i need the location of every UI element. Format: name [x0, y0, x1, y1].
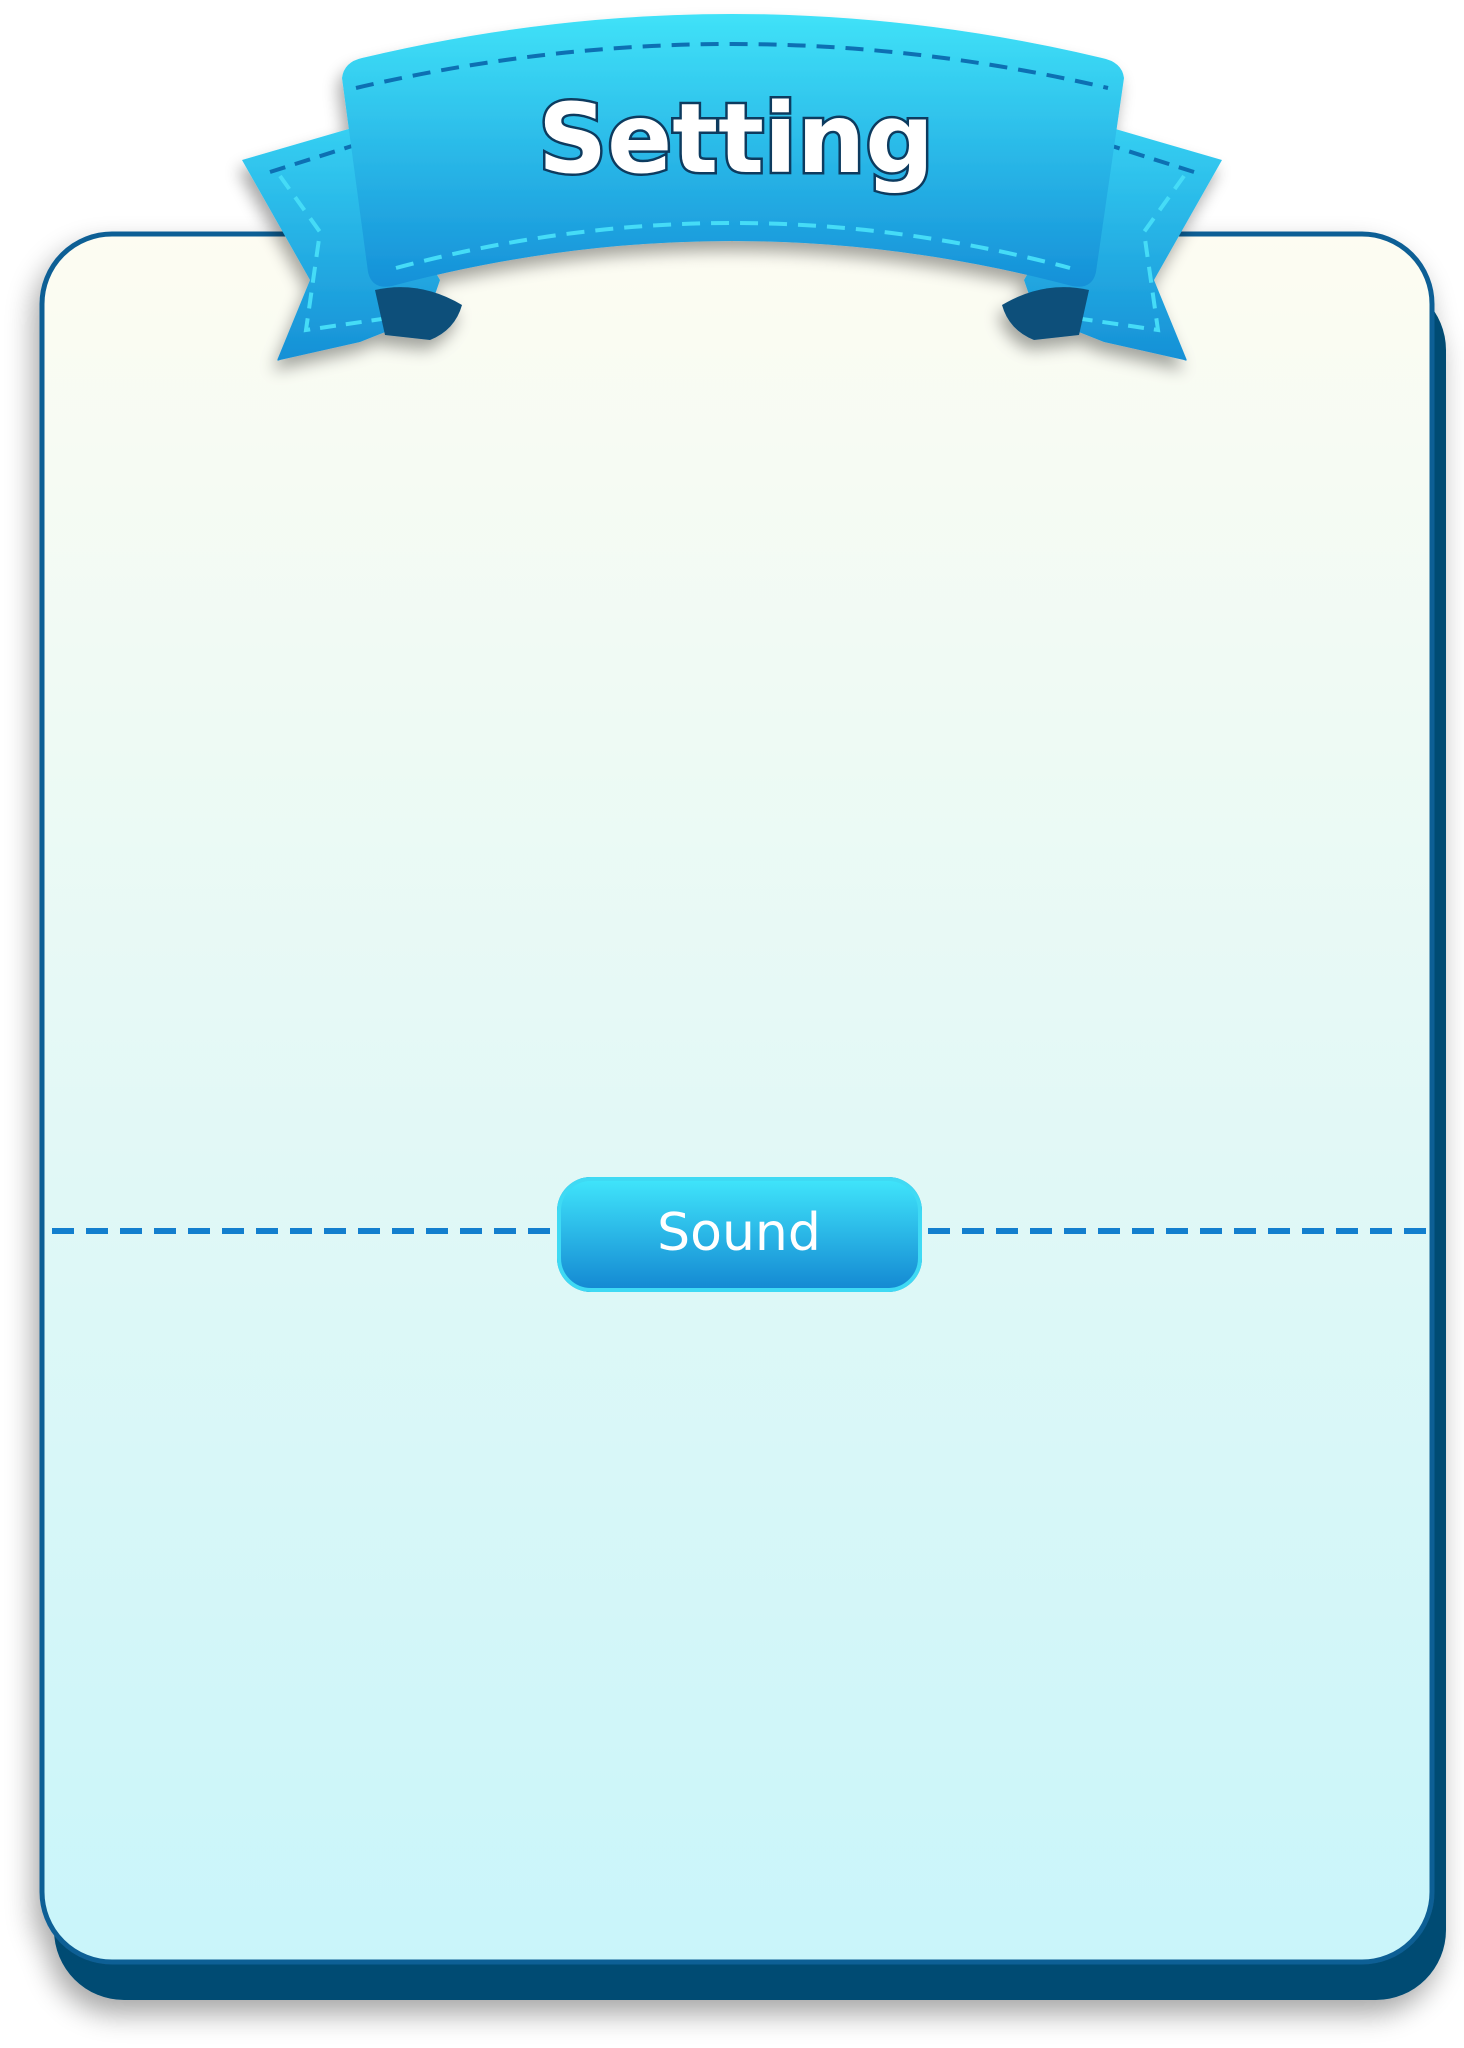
- sound-button[interactable]: Sound: [557, 1177, 922, 1292]
- sound-button-label: Sound: [657, 1203, 821, 1263]
- settings-screen: Sound Setting: [0, 0, 1464, 2048]
- panel-title: Setting: [538, 83, 934, 195]
- panel-frame: [39, 231, 1446, 2000]
- settings-panel-graphic: Sound Setting: [39, 14, 1446, 2000]
